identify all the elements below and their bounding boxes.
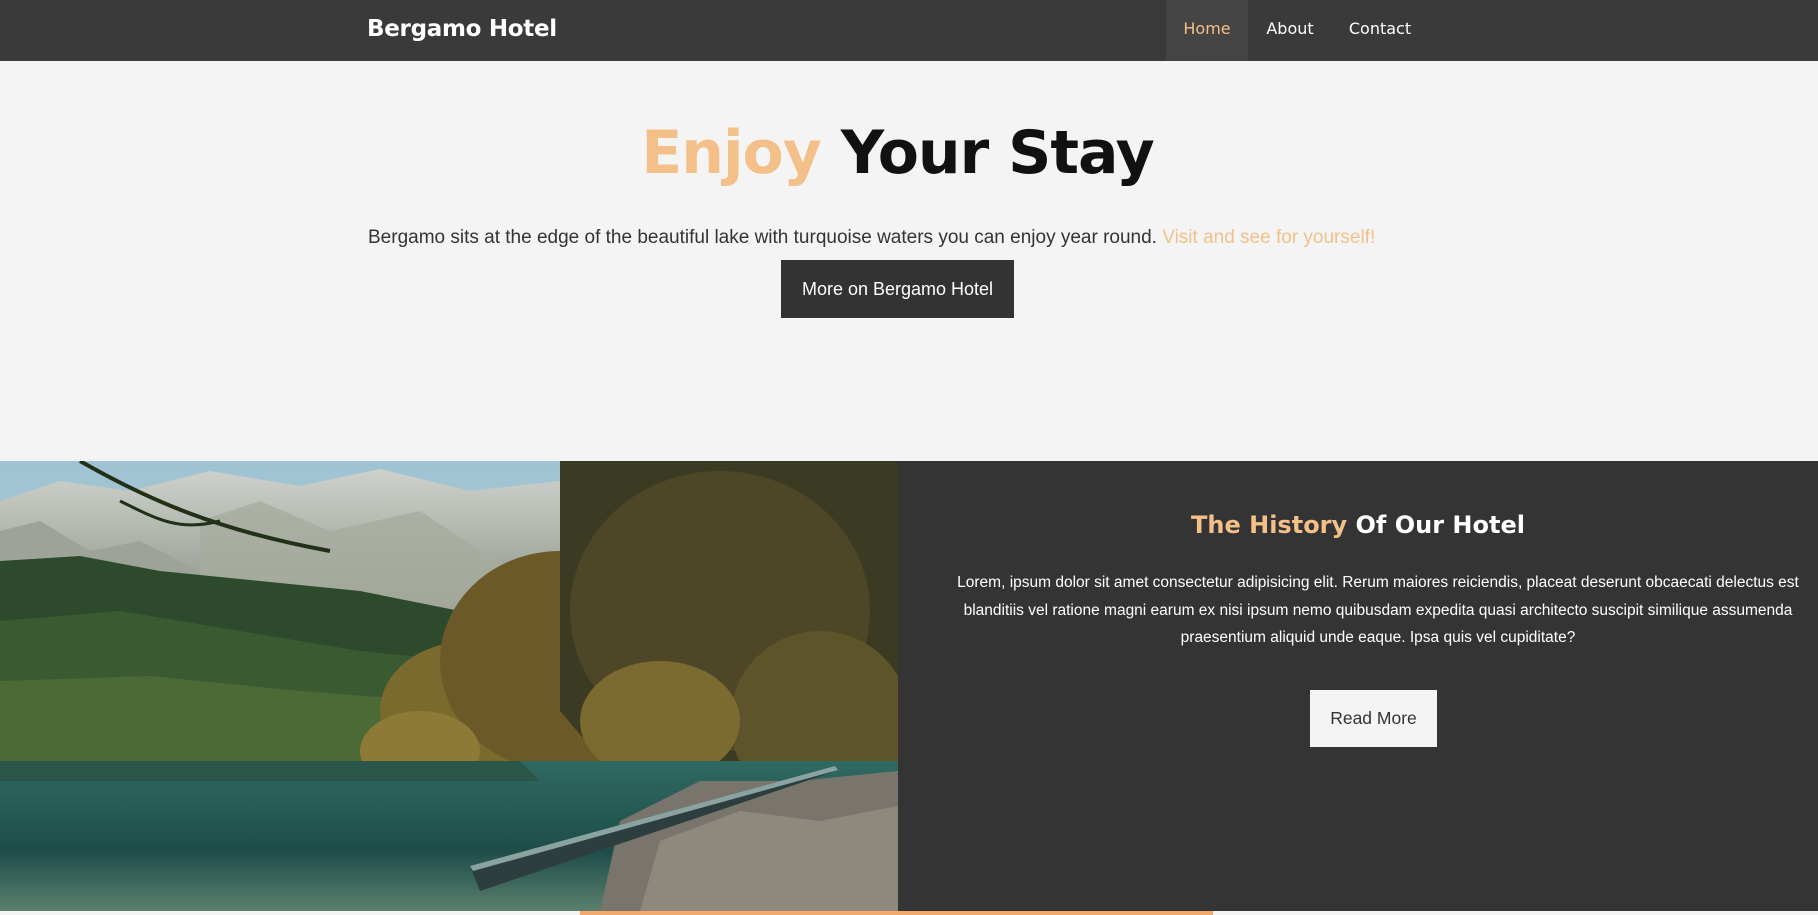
lake-photo-image bbox=[0, 461, 898, 911]
bottom-accent-bar bbox=[580, 911, 1213, 915]
hero-text: Bergamo sits at the edge of the beautifu… bbox=[368, 224, 1468, 252]
nav-item-home[interactable]: Home bbox=[1166, 0, 1248, 61]
hero-title-accent: Enjoy bbox=[641, 118, 822, 188]
history-text: Lorem, ipsum dolor sit amet consectetur … bbox=[957, 574, 1799, 646]
read-more-button[interactable]: Read More bbox=[1310, 690, 1437, 747]
hero-title-rest: Your Stay bbox=[820, 118, 1155, 188]
hero-description: Bergamo sits at the edge of the beautifu… bbox=[368, 227, 1163, 248]
hero-text-accent: Visit and see for yourself! bbox=[1162, 227, 1376, 248]
nav-item-about[interactable]: About bbox=[1260, 0, 1320, 61]
history-section: The History Of Our Hotel Lorem, ipsum do… bbox=[898, 461, 1818, 911]
history-title-rest: Of Our Hotel bbox=[1347, 511, 1525, 539]
history-title: The History Of Our Hotel bbox=[898, 511, 1818, 539]
lake-photo bbox=[0, 461, 898, 911]
history-title-accent: The History bbox=[1191, 511, 1348, 539]
hero-title: Enjoy Your Stay bbox=[0, 118, 1795, 188]
nav-item-contact[interactable]: Contact bbox=[1340, 0, 1420, 61]
more-on-hotel-button[interactable]: More on Bergamo Hotel bbox=[781, 260, 1014, 318]
navbar: Bergamo Hotel Home About Contact bbox=[0, 0, 1818, 61]
brand-logo[interactable]: Bergamo Hotel bbox=[367, 0, 557, 61]
